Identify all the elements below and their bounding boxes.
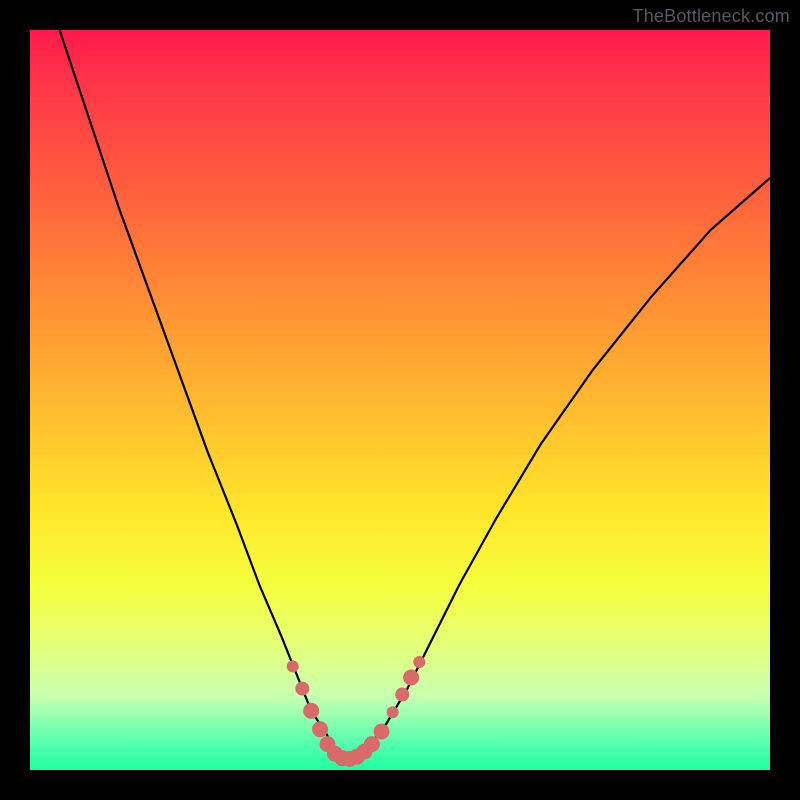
data-marker	[374, 724, 390, 740]
data-marker	[395, 688, 409, 702]
bottleneck-curve	[60, 30, 770, 759]
bottleneck-chart	[30, 30, 770, 770]
watermark-text: TheBottleneck.com	[633, 6, 790, 27]
data-marker	[303, 703, 319, 719]
data-marker	[403, 670, 419, 686]
data-marker	[364, 736, 380, 752]
data-marker	[413, 656, 425, 668]
data-marker	[287, 660, 299, 672]
data-marker	[312, 721, 328, 737]
data-marker	[387, 706, 399, 718]
data-marker	[295, 682, 309, 696]
chart-plot-area	[30, 30, 770, 770]
